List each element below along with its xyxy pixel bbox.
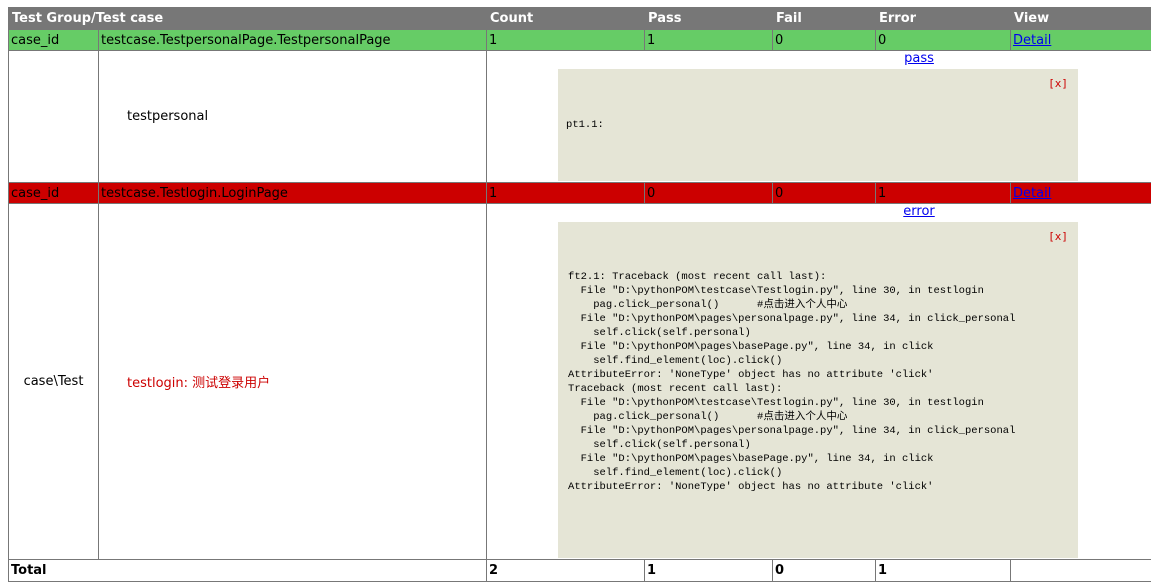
total-error: 1 (875, 559, 1012, 582)
close-popup-button[interactable]: [x] (1048, 77, 1068, 90)
group-row-error: case_id testcase.Testlogin.LoginPage 1 0… (8, 182, 1151, 204)
group-name: testcase.Testlogin.LoginPage (97, 182, 488, 204)
detail-link[interactable]: Detail (1013, 33, 1051, 48)
group-count: 1 (486, 29, 646, 51)
test-detail-cell: pass [x] pt1.1: (486, 50, 1151, 183)
table-header-row: Test Group/Test case Count Pass Fail Err… (7, 7, 1151, 30)
log-text: pt1.1: (566, 119, 604, 131)
group-count: 1 (486, 182, 646, 204)
group-pass: 0 (644, 182, 774, 204)
test-label: case\Test (8, 203, 99, 560)
header-count: Count (486, 7, 646, 30)
test-label (8, 50, 99, 183)
total-label: Total (7, 559, 488, 582)
header-pass: Pass (644, 7, 774, 30)
total-fail: 0 (772, 559, 877, 582)
header-group: Test Group/Test case (7, 7, 488, 30)
header-error: Error (875, 7, 1012, 30)
header-view: View (1010, 7, 1151, 30)
group-row-pass: case_id testcase.TestpersonalPage.Testpe… (8, 29, 1151, 51)
total-pass: 1 (644, 559, 774, 582)
log-text: ft2.1: Traceback (most recent call last)… (568, 271, 1016, 493)
log-popup: [x] pt1.1: (558, 69, 1079, 181)
group-fail: 0 (772, 182, 877, 204)
group-view-cell: Detail (1010, 29, 1151, 51)
result-link-error[interactable]: error (687, 205, 1151, 221)
group-error: 0 (875, 29, 1012, 51)
group-id: case_id (8, 182, 99, 204)
group-error: 1 (875, 182, 1012, 204)
detail-link[interactable]: Detail (1013, 186, 1051, 201)
test-detail-cell: error [x] ft2.1: Traceback (most recent … (486, 203, 1151, 560)
total-view (1010, 559, 1151, 582)
header-fail: Fail (772, 7, 877, 30)
close-popup-button[interactable]: [x] (1048, 230, 1068, 243)
test-name: testlogin: 测试登录用户 (97, 203, 488, 560)
result-link-pass[interactable]: pass (687, 52, 1151, 68)
result-table: Test Group/Test case Count Pass Fail Err… (7, 7, 1151, 582)
total-row: Total 2 1 0 1 (7, 559, 1151, 582)
group-pass: 1 (644, 29, 774, 51)
test-row: testpersonal pass [x] pt1.1: (8, 50, 1151, 183)
total-count: 2 (486, 559, 646, 582)
test-row: case\Test testlogin: 测试登录用户 error [x] ft… (8, 203, 1151, 560)
group-fail: 0 (772, 29, 877, 51)
test-name: testpersonal (97, 50, 488, 183)
group-id: case_id (8, 29, 99, 51)
log-popup: [x] ft2.1: Traceback (most recent call l… (558, 222, 1079, 558)
group-name: testcase.TestpersonalPage.TestpersonalPa… (97, 29, 488, 51)
group-view-cell: Detail (1010, 182, 1151, 204)
